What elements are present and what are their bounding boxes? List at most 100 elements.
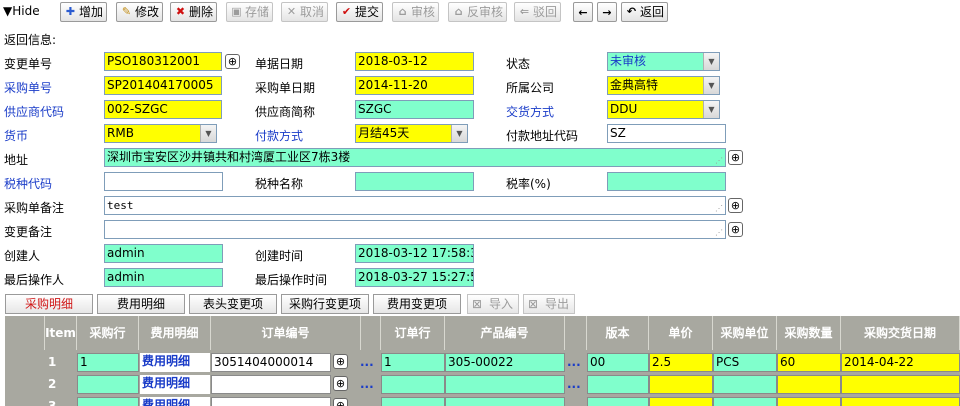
tax-rate-field[interactable] <box>607 172 726 191</box>
last-op-time-field[interactable]: 2018-03-27 15:27:55 <box>355 268 474 287</box>
delivery-date-cell[interactable]: 2014-04-22 <box>841 353 960 372</box>
fee-detail-link[interactable]: 费用明细 <box>140 375 210 394</box>
fee-detail-link[interactable]: 费用明细 <box>140 397 210 406</box>
tab-fee-detail[interactable]: 费用明细 <box>97 294 185 314</box>
hide-toggle[interactable]: ▼Hide <box>3 4 40 18</box>
order-line-cell[interactable] <box>381 397 445 406</box>
change-no-field[interactable]: PSO180312001 <box>104 52 222 71</box>
change-remark-picker-icon[interactable]: ⊕ <box>728 222 743 237</box>
cancel-button[interactable]: ✕ 取消 <box>281 2 329 22</box>
tax-name-field[interactable] <box>355 172 474 191</box>
reject-button[interactable]: ⇐ 驳回 <box>514 2 562 22</box>
status-select[interactable]: 未审核 ▼ <box>607 52 720 71</box>
col-order-no[interactable]: 订单编号 <box>211 316 361 350</box>
order-picker-icon[interactable]: ⊕ <box>333 398 348 406</box>
product-no-cell[interactable] <box>445 375 565 394</box>
po-remark-picker-icon[interactable]: ⊕ <box>728 198 743 213</box>
col-version[interactable]: 版本 <box>587 316 649 350</box>
chevron-down-icon[interactable]: ▼ <box>703 77 719 94</box>
export-button[interactable]: ⊠ 导出 <box>523 294 575 314</box>
po-no-field[interactable]: SP201404170005 <box>104 76 222 95</box>
po-date-field[interactable]: 2014-11-20 <box>355 76 474 95</box>
qty-cell[interactable] <box>777 397 841 406</box>
version-cell[interactable] <box>587 397 649 406</box>
col-qty[interactable]: 采购数量 <box>777 316 841 350</box>
currency-select[interactable]: RMB ▼ <box>104 124 217 143</box>
supplier-name-field[interactable]: SZGC <box>355 100 474 119</box>
order-no-cell[interactable] <box>211 397 331 406</box>
edit-button[interactable]: ✎ 修改 <box>116 2 164 22</box>
resize-grip-icon[interactable]: ⋰ <box>715 228 723 238</box>
po-line-cell[interactable] <box>77 375 139 394</box>
product-more-button[interactable]: ... <box>567 355 581 369</box>
chevron-down-icon[interactable]: ▼ <box>451 125 467 142</box>
address-field[interactable]: 深圳市宝安区沙井镇共和村湾厦工业区7栋3楼 ⋰ <box>104 148 726 167</box>
col-fee-detail[interactable]: 费用明细 <box>139 316 211 350</box>
save-button[interactable]: ▣ 存储 <box>226 2 274 22</box>
change-remark-field[interactable]: ⋰ <box>104 220 726 239</box>
prev-button[interactable]: ← <box>573 2 593 22</box>
approve-button[interactable]: ⌂ 审核 <box>392 2 440 22</box>
tab-fee-change[interactable]: 费用变更项 <box>373 294 461 314</box>
col-order-line[interactable]: 订单行 <box>381 316 445 350</box>
change-no-picker-icon[interactable]: ⊕ <box>225 54 240 69</box>
chevron-down-icon[interactable]: ▼ <box>703 53 719 70</box>
create-time-field[interactable]: 2018-03-12 17:58:31 <box>355 244 474 263</box>
order-more-button[interactable]: ... <box>360 377 374 391</box>
tab-line-change[interactable]: 采购行变更项 <box>281 294 369 314</box>
tax-code-label[interactable]: 税种代码 <box>4 175 52 192</box>
version-cell[interactable] <box>587 375 649 394</box>
doc-date-field[interactable]: 2018-03-12 <box>355 52 474 71</box>
delivery-method-select[interactable]: DDU ▼ <box>607 100 720 119</box>
tab-header-change[interactable]: 表头变更项 <box>189 294 277 314</box>
chevron-down-icon[interactable]: ▼ <box>703 101 719 118</box>
resize-grip-icon[interactable]: ⋰ <box>715 156 723 166</box>
currency-label[interactable]: 货币 <box>4 127 28 144</box>
po-no-label[interactable]: 采购单号 <box>4 79 52 96</box>
order-line-cell[interactable]: 1 <box>381 353 445 372</box>
order-no-cell[interactable]: 3051404000014 <box>211 353 331 372</box>
add-button[interactable]: ✚ 增加 <box>60 2 108 22</box>
order-no-cell[interactable] <box>211 375 331 394</box>
order-picker-icon[interactable]: ⊕ <box>333 376 348 391</box>
company-select[interactable]: 金典高特 ▼ <box>607 76 720 95</box>
unit-price-cell[interactable]: 2.5 <box>649 353 713 372</box>
order-picker-icon[interactable]: ⊕ <box>333 354 348 369</box>
po-line-cell[interactable]: 1 <box>77 353 139 372</box>
next-button[interactable]: → <box>597 2 617 22</box>
order-more-button[interactable]: ... <box>360 355 374 369</box>
import-button[interactable]: ⊠ 导入 <box>467 294 519 314</box>
payment-method-select[interactable]: 月结45天 ▼ <box>355 124 468 143</box>
delivery-date-cell[interactable] <box>841 375 960 394</box>
po-line-cell[interactable] <box>77 397 139 406</box>
creator-field[interactable]: admin <box>104 244 223 263</box>
col-unit-price[interactable]: 单价 <box>649 316 713 350</box>
unit-cell[interactable] <box>713 397 777 406</box>
delete-button[interactable]: ✖ 删除 <box>170 2 218 22</box>
col-product-no[interactable]: 产品编号 <box>445 316 565 350</box>
tax-code-field[interactable] <box>104 172 223 191</box>
unit-cell[interactable] <box>713 375 777 394</box>
chevron-down-icon[interactable]: ▼ <box>200 125 216 142</box>
version-cell[interactable]: 00 <box>587 353 649 372</box>
unit-cell[interactable]: PCS <box>713 353 777 372</box>
address-picker-icon[interactable]: ⊕ <box>728 150 743 165</box>
delivery-date-cell[interactable] <box>841 397 960 406</box>
product-no-cell[interactable]: 305-00022 <box>445 353 565 372</box>
product-more-button[interactable]: ... <box>567 377 581 391</box>
submit-button[interactable]: ✔ 提交 <box>336 2 384 22</box>
unapprove-button[interactable]: ⌂ 反审核 <box>448 2 508 22</box>
unit-price-cell[interactable] <box>649 397 713 406</box>
col-po-line[interactable]: 采购行 <box>77 316 139 350</box>
col-unit[interactable]: 采购单位 <box>713 316 777 350</box>
order-line-cell[interactable] <box>381 375 445 394</box>
col-delivery-date[interactable]: 采购交货日期 <box>841 316 960 350</box>
last-operator-field[interactable]: admin <box>104 268 223 287</box>
fee-detail-link[interactable]: 费用明细 <box>140 353 210 372</box>
payment-addr-code-field[interactable]: SZ <box>607 124 726 143</box>
delivery-method-label[interactable]: 交货方式 <box>506 103 554 120</box>
resize-grip-icon[interactable]: ⋰ <box>715 204 723 214</box>
tab-po-detail[interactable]: 采购明细 <box>5 294 93 314</box>
supplier-code-label[interactable]: 供应商代码 <box>4 103 64 120</box>
payment-method-label[interactable]: 付款方式 <box>255 127 303 144</box>
